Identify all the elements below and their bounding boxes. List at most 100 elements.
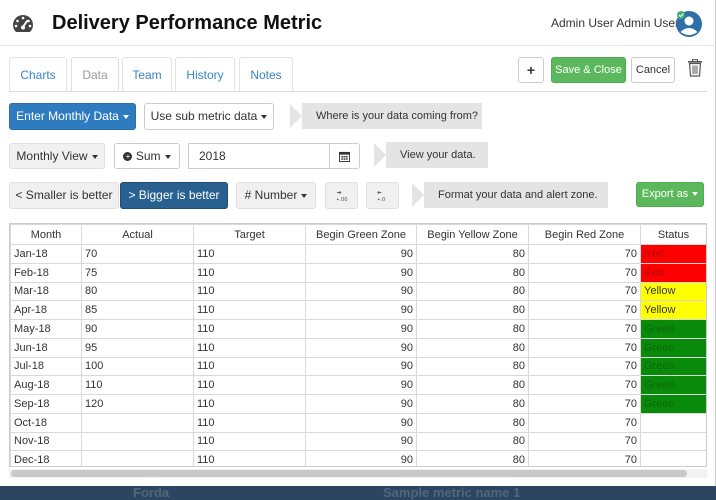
table-cell-target[interactable]: 110	[193, 450, 306, 466]
table-cell-month[interactable]: Oct-18	[10, 412, 82, 433]
table-cell-target[interactable]: 110	[193, 300, 306, 320]
tab-team[interactable]: Team	[122, 57, 172, 91]
table-cell-yellow[interactable]: 80	[416, 319, 529, 339]
table-cell-green[interactable]: 90	[305, 300, 417, 320]
table-cell-yellow[interactable]: 80	[416, 412, 529, 433]
table-cell-red[interactable]: 70	[528, 356, 641, 377]
aggregation-dropdown[interactable]: + Sum	[114, 143, 180, 169]
table-cell-month[interactable]: Jul-18	[10, 356, 82, 377]
bigger-is-better-button[interactable]: > Bigger is better	[120, 182, 228, 209]
sub-metric-dropdown[interactable]: Use sub metric data	[144, 103, 274, 130]
table-cell-red[interactable]: 70	[528, 412, 641, 433]
table-cell-month[interactable]: Mar-18	[10, 281, 82, 302]
table-cell-actual[interactable]: 100	[81, 356, 194, 377]
table-cell-green[interactable]: 90	[305, 337, 417, 358]
table-cell-target[interactable]: 110	[193, 319, 306, 339]
table-cell-target[interactable]: 110	[193, 431, 306, 452]
table-cell-green[interactable]: 90	[305, 319, 417, 339]
tab-charts[interactable]: Charts	[9, 57, 67, 91]
table-cell-actual[interactable]: 70	[81, 244, 194, 264]
table-cell-actual[interactable]: 120	[81, 394, 194, 414]
enter-monthly-data-dropdown[interactable]: Enter Monthly Data	[9, 103, 136, 130]
table-cell-month[interactable]: Sep-18	[10, 394, 82, 414]
table-cell-actual[interactable]	[81, 450, 194, 466]
table-cell-month[interactable]: Apr-18	[10, 300, 82, 320]
user-avatar-icon[interactable]	[675, 10, 703, 38]
table-cell-red[interactable]: 70	[528, 300, 641, 320]
table-cell-green[interactable]: 90	[305, 450, 417, 466]
table-cell-yellow[interactable]: 80	[416, 356, 529, 377]
table-cell-green[interactable]: 90	[305, 281, 417, 302]
decrease-decimal-button[interactable]: .0	[366, 182, 399, 209]
table-cell-red[interactable]: 70	[528, 431, 641, 452]
year-input[interactable]: 2018	[188, 143, 330, 169]
table-cell-yellow[interactable]: 80	[416, 300, 529, 320]
column-header[interactable]: Target	[193, 224, 306, 245]
table-cell-green[interactable]: 90	[305, 394, 417, 414]
column-header[interactable]: Month	[10, 224, 82, 245]
table-cell-month[interactable]: May-18	[10, 319, 82, 339]
table-cell-actual[interactable]: 85	[81, 300, 194, 320]
view-mode-dropdown[interactable]: Monthly View	[9, 143, 105, 169]
calendar-button[interactable]	[329, 143, 360, 169]
table-cell-red[interactable]: 70	[528, 450, 641, 466]
table-cell-actual[interactable]: 95	[81, 337, 194, 358]
table-cell-target[interactable]: 110	[193, 262, 306, 283]
table-cell-month[interactable]: Dec-18	[10, 450, 82, 466]
table-cell-actual[interactable]: 75	[81, 262, 194, 283]
table-cell-target[interactable]: 110	[193, 375, 306, 395]
table-cell-target[interactable]: 110	[193, 244, 306, 264]
table-cell-actual[interactable]	[81, 431, 194, 452]
table-cell-actual[interactable]: 110	[81, 375, 194, 395]
column-header[interactable]: Begin Green Zone	[305, 224, 417, 245]
table-cell-red[interactable]: 70	[528, 319, 641, 339]
increase-decimal-button[interactable]: .00	[325, 182, 358, 209]
table-cell-red[interactable]: 70	[528, 244, 641, 264]
save-close-button[interactable]: Save & Close	[551, 57, 626, 83]
column-header[interactable]: Begin Yellow Zone	[416, 224, 529, 245]
table-cell-yellow[interactable]: 80	[416, 394, 529, 414]
table-cell-yellow[interactable]: 80	[416, 262, 529, 283]
table-cell-green[interactable]: 90	[305, 244, 417, 264]
table-cell-red[interactable]: 70	[528, 394, 641, 414]
tab-history[interactable]: History	[175, 57, 235, 91]
export-as-dropdown[interactable]: Export as	[636, 182, 704, 207]
column-header[interactable]: Status	[640, 224, 706, 245]
table-cell-month[interactable]: Aug-18	[10, 375, 82, 395]
table-cell-target[interactable]: 110	[193, 337, 306, 358]
tab-data[interactable]: Data	[71, 57, 119, 91]
horizontal-scrollbar[interactable]	[9, 469, 707, 478]
add-button[interactable]: +	[518, 57, 544, 83]
table-cell-yellow[interactable]: 80	[416, 337, 529, 358]
table-cell-green[interactable]: 90	[305, 356, 417, 377]
table-cell-actual[interactable]	[81, 412, 194, 433]
trash-icon[interactable]	[687, 59, 703, 77]
table-cell-target[interactable]: 110	[193, 412, 306, 433]
number-format-dropdown[interactable]: # Number	[236, 182, 316, 209]
table-cell-yellow[interactable]: 80	[416, 375, 529, 395]
table-cell-red[interactable]: 70	[528, 375, 641, 395]
table-cell-red[interactable]: 70	[528, 262, 641, 283]
scrollbar-thumb[interactable]	[11, 470, 687, 477]
table-cell-green[interactable]: 90	[305, 431, 417, 452]
user-name[interactable]: Admin User Admin User	[551, 16, 679, 30]
table-cell-red[interactable]: 70	[528, 337, 641, 358]
table-cell-yellow[interactable]: 80	[416, 244, 529, 264]
table-cell-yellow[interactable]: 80	[416, 450, 529, 466]
smaller-is-better-button[interactable]: < Smaller is better	[9, 182, 119, 209]
table-cell-actual[interactable]: 90	[81, 319, 194, 339]
table-cell-yellow[interactable]: 80	[416, 281, 529, 302]
tab-notes[interactable]: Notes	[239, 57, 293, 91]
column-header[interactable]: Begin Red Zone	[528, 224, 641, 245]
table-cell-green[interactable]: 90	[305, 412, 417, 433]
table-cell-yellow[interactable]: 80	[416, 431, 529, 452]
table-cell-month[interactable]: Feb-18	[10, 262, 82, 283]
column-header[interactable]: Actual	[81, 224, 194, 245]
cancel-button[interactable]: Cancel	[631, 57, 675, 83]
table-cell-target[interactable]: 110	[193, 356, 306, 377]
table-cell-month[interactable]: Jun-18	[10, 337, 82, 358]
table-cell-actual[interactable]: 80	[81, 281, 194, 302]
table-cell-target[interactable]: 110	[193, 394, 306, 414]
table-cell-green[interactable]: 90	[305, 262, 417, 283]
table-cell-target[interactable]: 110	[193, 281, 306, 302]
